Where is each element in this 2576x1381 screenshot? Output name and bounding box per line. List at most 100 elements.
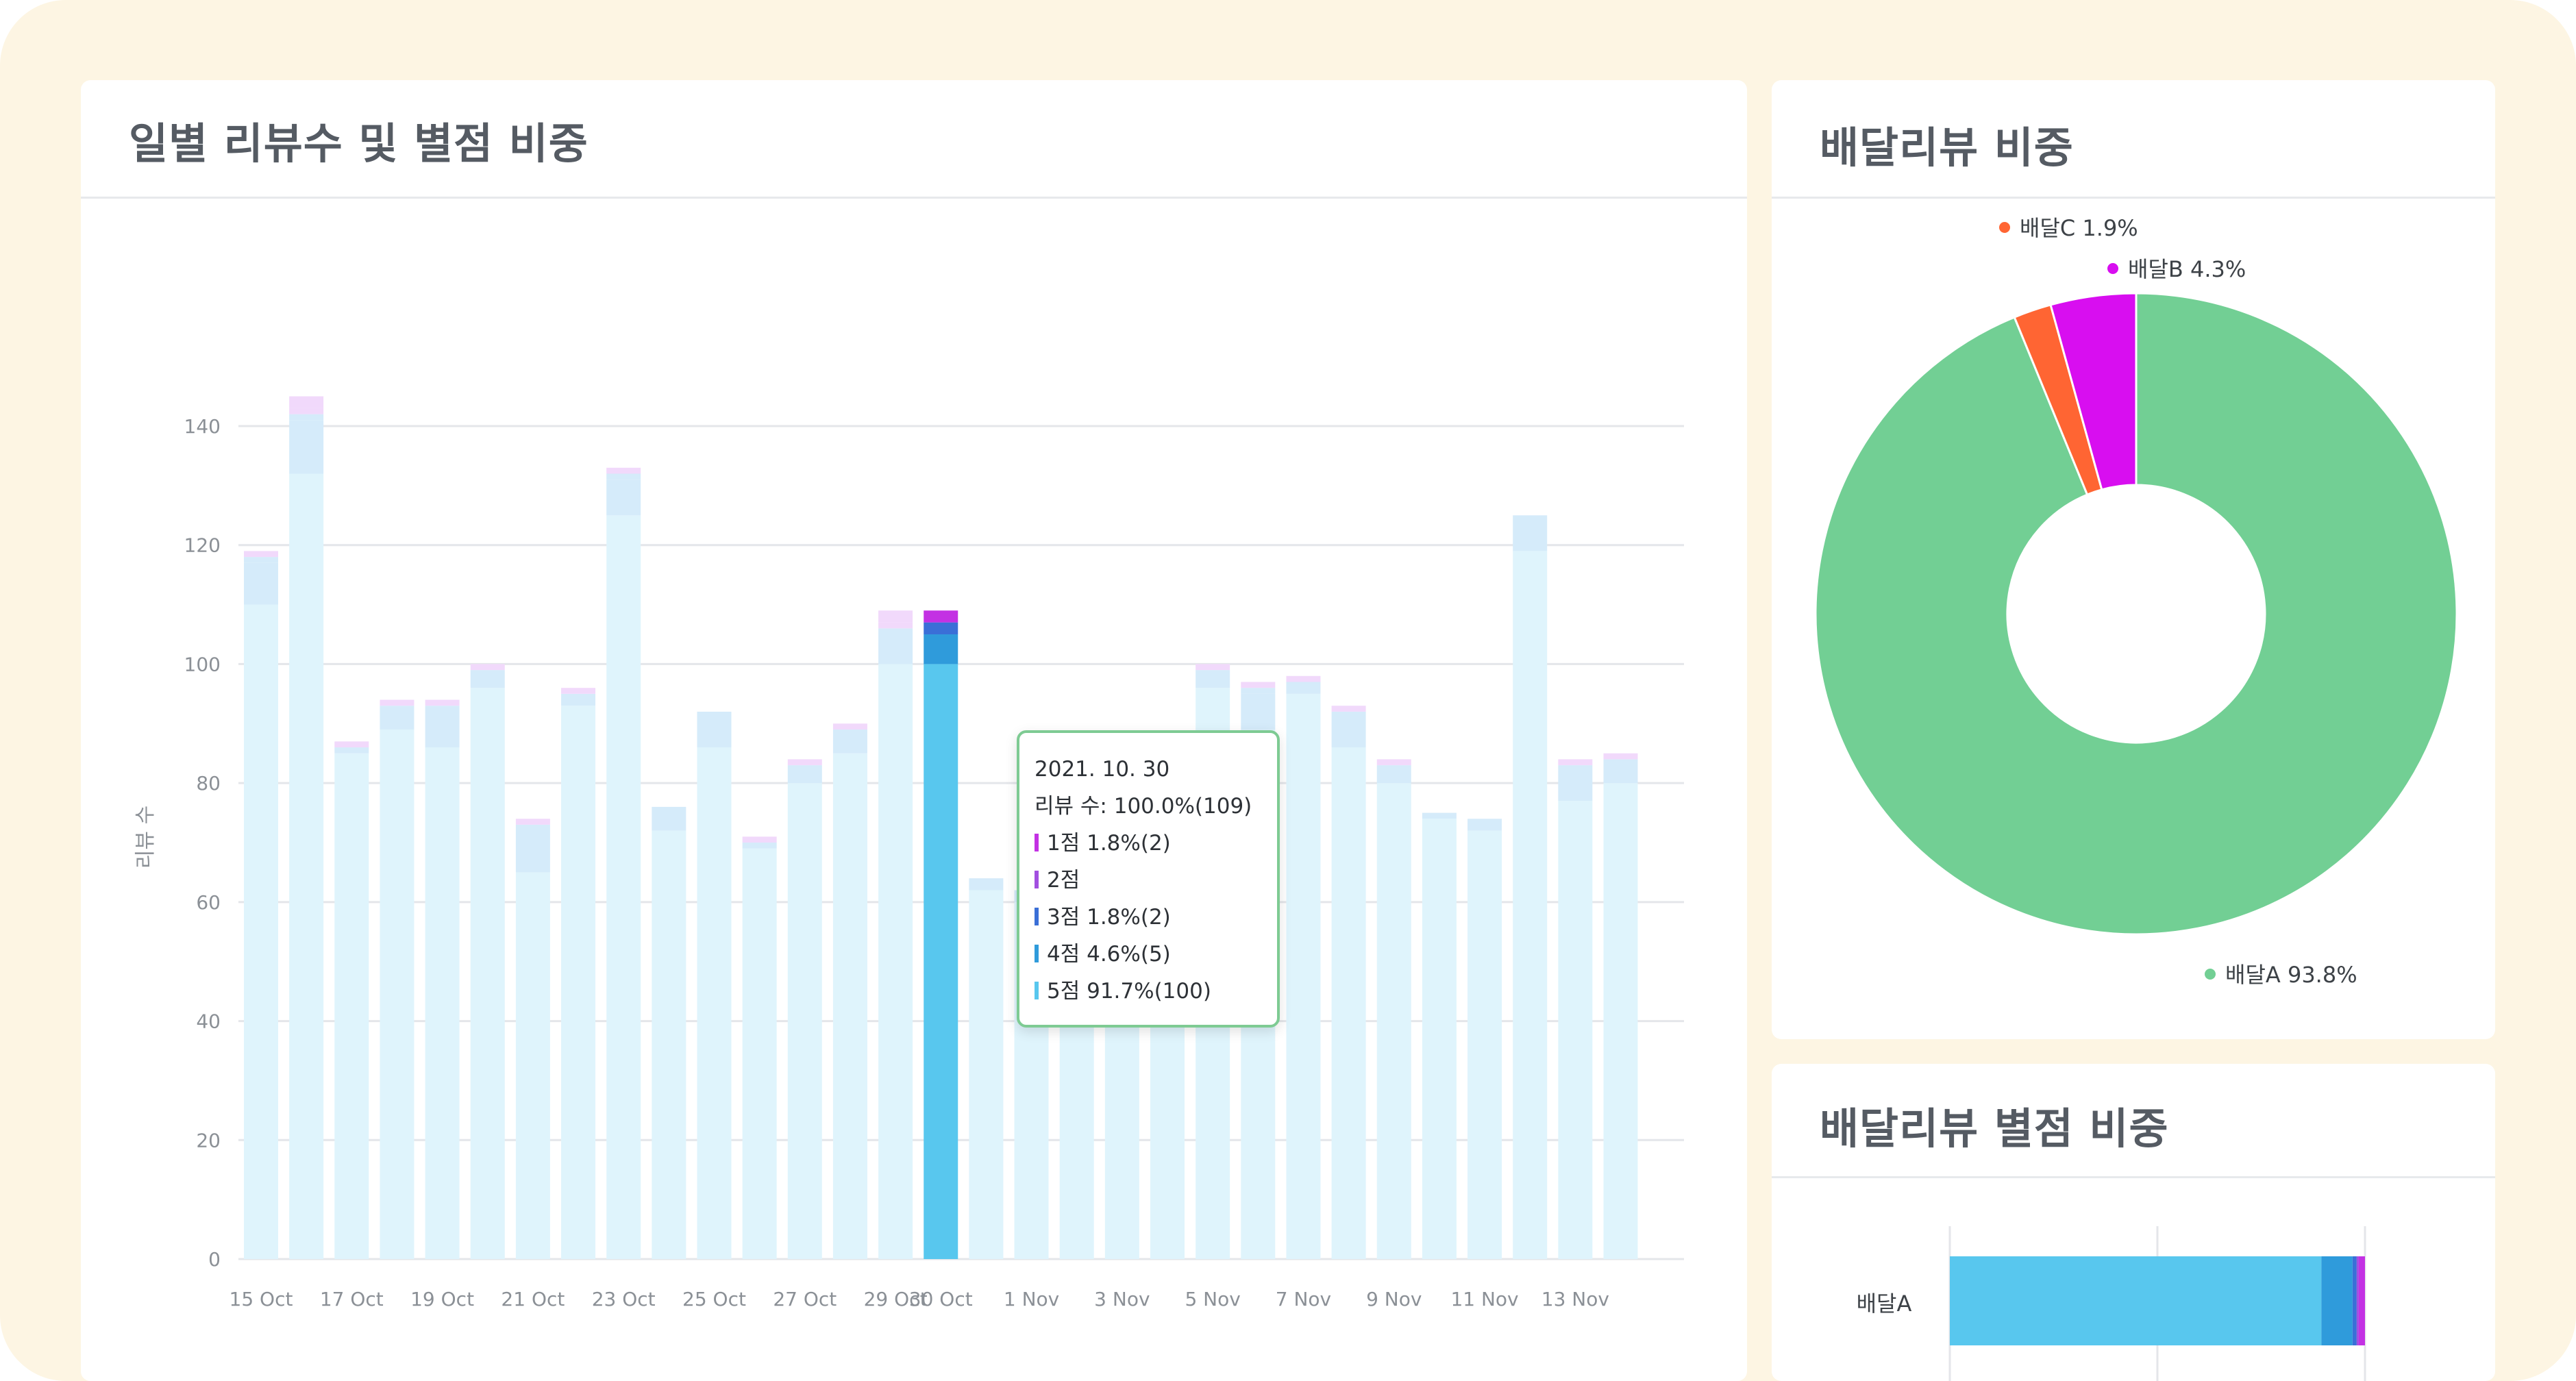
rating-share-title: 배달리뷰 별점 비중 — [1820, 1104, 2169, 1154]
bar-segment-4점[interactable] — [380, 706, 414, 730]
bar-segment-1점[interactable] — [561, 688, 596, 694]
bar-segment-1점[interactable] — [606, 467, 641, 474]
bar-segment-5점[interactable] — [652, 830, 686, 1259]
bar-segment-5점[interactable] — [289, 473, 324, 1259]
bar-segment-5점[interactable] — [334, 753, 369, 1259]
y-tick-label: 100 — [184, 653, 221, 675]
bar-segment-5점[interactable] — [1376, 783, 1411, 1259]
bar-segment-4점[interactable] — [470, 670, 505, 688]
bar-segment-4점[interactable] — [924, 634, 958, 664]
bar-segment-1점[interactable] — [244, 551, 278, 558]
bar-segment-4점[interactable] — [561, 693, 596, 706]
bar-segment-4점[interactable] — [1331, 711, 1366, 748]
bar-segment-2점[interactable] — [878, 622, 913, 629]
tooltip-item-3: 3점 1.8%(2) — [1035, 899, 1262, 936]
bar-segment-4점[interactable] — [1376, 765, 1411, 784]
bar-segment-4점[interactable] — [1241, 693, 1276, 730]
bar-segment-4점[interactable] — [289, 420, 324, 474]
bar-segment-1점[interactable] — [470, 664, 505, 671]
bar-segment-5점[interactable] — [832, 753, 867, 1259]
bar-segment-4점[interactable] — [742, 843, 777, 849]
bar-segment-4점[interactable] — [1467, 819, 1502, 831]
bar-segment-4점[interactable] — [652, 806, 686, 831]
bar-segment-3점[interactable] — [878, 628, 913, 634]
bar-segment-4점[interactable] — [606, 480, 641, 516]
bar-segment-4점[interactable] — [969, 878, 1004, 891]
card-divider — [1772, 1176, 2495, 1178]
bar-segment-5점[interactable] — [969, 890, 1004, 1259]
bar-segment-5점[interactable] — [1603, 783, 1638, 1259]
bar-segment-1점[interactable] — [1376, 759, 1411, 766]
bar-segment-1점[interactable] — [1241, 682, 1276, 688]
bar-segment-4점[interactable] — [1558, 765, 1593, 801]
bar-segment-4점[interactable] — [1196, 670, 1230, 688]
bar-segment-4점[interactable] — [1286, 682, 1321, 694]
bar-segment-5점[interactable] — [924, 664, 958, 1259]
bar-segment-1점[interactable] — [380, 699, 414, 706]
bar-segment-5점[interactable] — [470, 688, 505, 1259]
bar-segment-5점[interactable] — [1422, 819, 1457, 1259]
y-tick-label: 140 — [184, 415, 221, 438]
bar-segment-5점[interactable] — [697, 747, 732, 1259]
tooltip-marker — [1035, 907, 1039, 925]
bar-segment-3점[interactable] — [1241, 688, 1276, 694]
bar-segment-4점[interactable] — [1422, 812, 1457, 819]
rating-share-card: 배달리뷰 별점 비중 — [1772, 1064, 2495, 1381]
bar-segment-5점[interactable] — [742, 848, 777, 1259]
tooltip-item-value: 1.8%(2) — [1087, 905, 1171, 930]
bar-segment-5점[interactable] — [878, 664, 913, 1259]
bar-segment-4점[interactable] — [878, 634, 913, 664]
bar-segment-5점[interactable] — [606, 515, 641, 1260]
bar-segment-5점[interactable] — [1558, 801, 1593, 1259]
bar-segment-1점[interactable] — [832, 723, 867, 730]
bar-segment-3점[interactable] — [244, 557, 278, 563]
bar-segment-5점[interactable] — [787, 783, 822, 1259]
bar-segment-3점[interactable] — [289, 414, 324, 421]
bar-segment-1점[interactable] — [515, 819, 550, 825]
x-tick-label: 25 Oct — [682, 1288, 746, 1310]
bar-segment-1점[interactable] — [787, 759, 822, 766]
dashboard-frame: 일별 리뷰수 및 별점 비중 0 20 40 60 80 100 120 140 15 Oct… — [0, 0, 2576, 1381]
bar-segment-4점[interactable] — [334, 747, 369, 754]
bar-segment-5점[interactable] — [1286, 693, 1321, 1259]
tooltip-item-2: 2점 — [1035, 862, 1262, 899]
bar-segment-4점[interactable] — [1513, 515, 1548, 551]
x-tick-label: 7 Nov — [1276, 1288, 1331, 1310]
bar-segment-4점[interactable] — [1603, 759, 1638, 784]
bar-segment-1점[interactable] — [742, 836, 777, 843]
bar-segment-5점[interactable] — [1467, 830, 1502, 1259]
bar-segment-1점[interactable] — [1196, 664, 1230, 671]
bar-segment-4점[interactable] — [515, 824, 550, 873]
y-tick-label: 120 — [184, 534, 221, 557]
tooltip-item-1: 1점 1.8%(2) — [1035, 825, 1262, 862]
bar-segment-1점[interactable] — [1286, 675, 1321, 682]
bar-segment-1점[interactable] — [1558, 759, 1593, 766]
bar-segment-4점[interactable] — [697, 711, 732, 748]
bar-segment-1점[interactable] — [1331, 706, 1366, 712]
bar-segment-4점[interactable] — [425, 706, 460, 748]
bar-segment-1점[interactable] — [425, 699, 460, 706]
bar-segment-4점[interactable] — [832, 729, 867, 754]
legend-value: 93.8% — [2287, 962, 2357, 988]
bar-segment-1점[interactable] — [878, 610, 913, 623]
tooltip-item-name: 2점 — [1047, 868, 1080, 893]
bar-segment-5점[interactable] — [380, 729, 414, 1259]
bar-segment-1점[interactable] — [289, 396, 324, 408]
bar-segment-1점[interactable] — [1603, 753, 1638, 760]
bar-segment-5점[interactable] — [561, 706, 596, 1259]
bar-segment-5점[interactable] — [244, 604, 278, 1259]
bar-segment-4점[interactable] — [244, 562, 278, 605]
bar-segment-3점[interactable] — [924, 622, 958, 634]
bar-segment-4점[interactable] — [787, 765, 822, 784]
bar-tooltip: 2021. 10. 30 리뷰 수: 100.0%(109) 1점 1.8%(2… — [1017, 730, 1280, 1028]
bar-segment-1점[interactable] — [334, 741, 369, 748]
bar-segment-5점[interactable] — [1513, 551, 1548, 1259]
bar-segment-5점[interactable] — [515, 872, 550, 1259]
bar-segment-5점[interactable] — [425, 747, 460, 1259]
legend-name: 배달C — [2020, 215, 2076, 241]
bar-segment-5점[interactable] — [1331, 747, 1366, 1259]
y-tick-label: 60 — [196, 891, 221, 914]
bar-segment-2점[interactable] — [289, 408, 324, 414]
bar-segment-3점[interactable] — [606, 473, 641, 480]
bar-segment-1점[interactable] — [924, 610, 958, 623]
